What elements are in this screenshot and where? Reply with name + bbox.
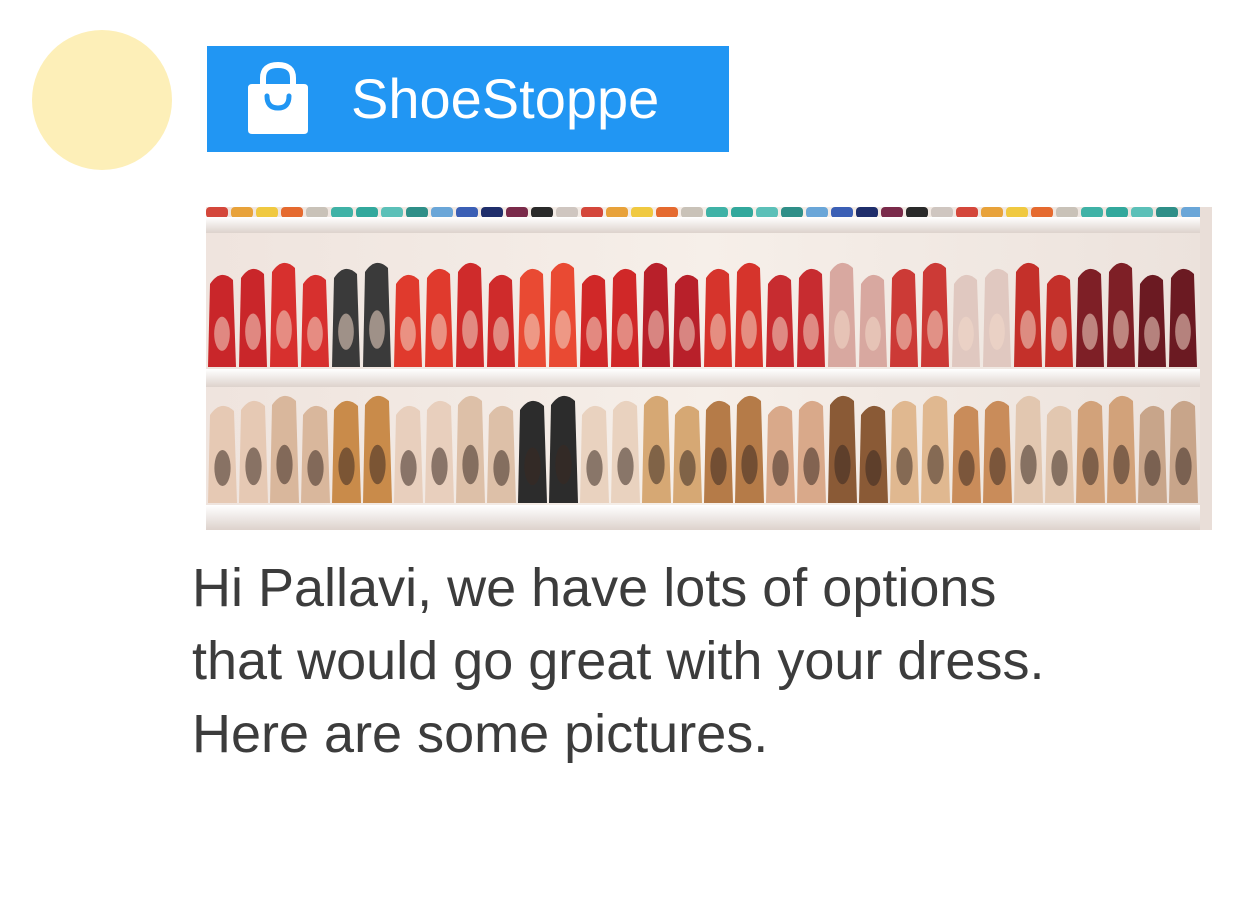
message-line: that would go great with your dress. (192, 631, 1045, 691)
shopping-bag-icon (248, 62, 308, 134)
message-line: Hi Pallavi, we have lots of options (192, 558, 997, 618)
shoe-shelves-image[interactable] (206, 207, 1212, 530)
sender-brand-chip[interactable]: ShoeStoppe (207, 46, 729, 152)
message-text: Hi Pallavi, we have lots of options that… (192, 552, 1232, 771)
sender-name: ShoeStoppe (351, 67, 660, 130)
message-line: Here are some pictures. (192, 704, 769, 764)
avatar[interactable] (32, 30, 172, 170)
